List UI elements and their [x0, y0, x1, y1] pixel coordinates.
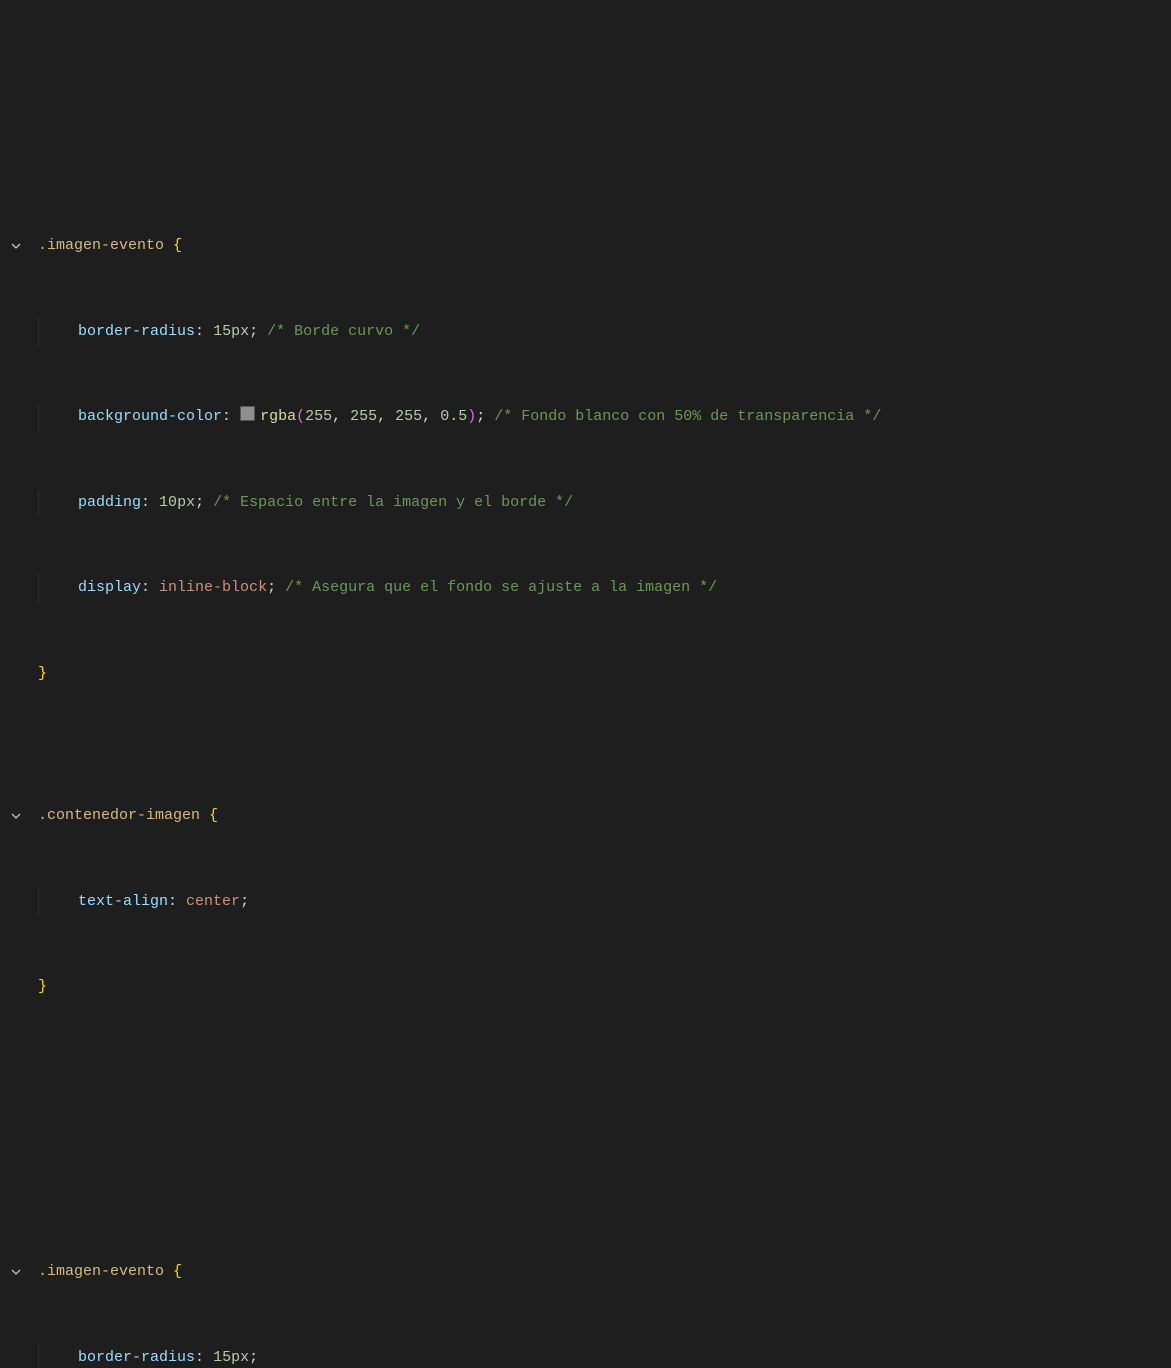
open-brace: { — [173, 237, 182, 254]
css-selector: .imagen-evento — [38, 237, 164, 254]
css-comment: /* Fondo blanco con 50% de transparencia… — [494, 408, 881, 425]
css-property: text-align — [78, 893, 168, 910]
css-func: rgba — [260, 408, 296, 425]
css-comment: /* Borde curvo */ — [267, 323, 420, 340]
code-line[interactable]: border-radius: 15px; /* Borde curvo */ — [0, 318, 1171, 347]
code-line[interactable]: border-radius: 15px; — [0, 1344, 1171, 1368]
css-property: display — [78, 579, 141, 596]
code-line[interactable]: text-align: center; — [0, 888, 1171, 917]
css-selector: .imagen-evento — [38, 1263, 164, 1280]
css-value: 15 — [213, 323, 231, 340]
fold-line[interactable]: .contenedor-imagen { — [0, 802, 1171, 831]
code-line[interactable]: display: inline-block; /* Asegura que el… — [0, 574, 1171, 603]
css-property: padding — [78, 494, 141, 511]
fold-toggle[interactable] — [10, 1266, 38, 1278]
fold-toggle[interactable] — [10, 810, 38, 822]
color-swatch[interactable] — [240, 406, 255, 421]
fold-line[interactable]: .imagen-evento { — [0, 1258, 1171, 1287]
code-line[interactable]: } — [0, 973, 1171, 1002]
css-property: background-color — [78, 408, 222, 425]
code-line[interactable]: padding: 10px; /* Espacio entre la image… — [0, 489, 1171, 518]
blank-line[interactable] — [0, 1116, 1171, 1145]
css-selector: .contenedor-imagen — [38, 807, 200, 824]
code-editor[interactable]: .imagen-evento { border-radius: 15px; /*… — [0, 114, 1171, 1368]
code-line[interactable]: background-color: rgba(255, 255, 255, 0.… — [0, 403, 1171, 432]
close-brace: } — [38, 665, 47, 682]
fold-line[interactable]: .imagen-evento { — [0, 232, 1171, 261]
css-property: border-radius — [78, 323, 195, 340]
css-comment: /* Asegura que el fondo se ajuste a la i… — [285, 579, 717, 596]
css-comment: /* Espacio entre la imagen y el borde */ — [213, 494, 573, 511]
fold-toggle[interactable] — [10, 240, 38, 252]
